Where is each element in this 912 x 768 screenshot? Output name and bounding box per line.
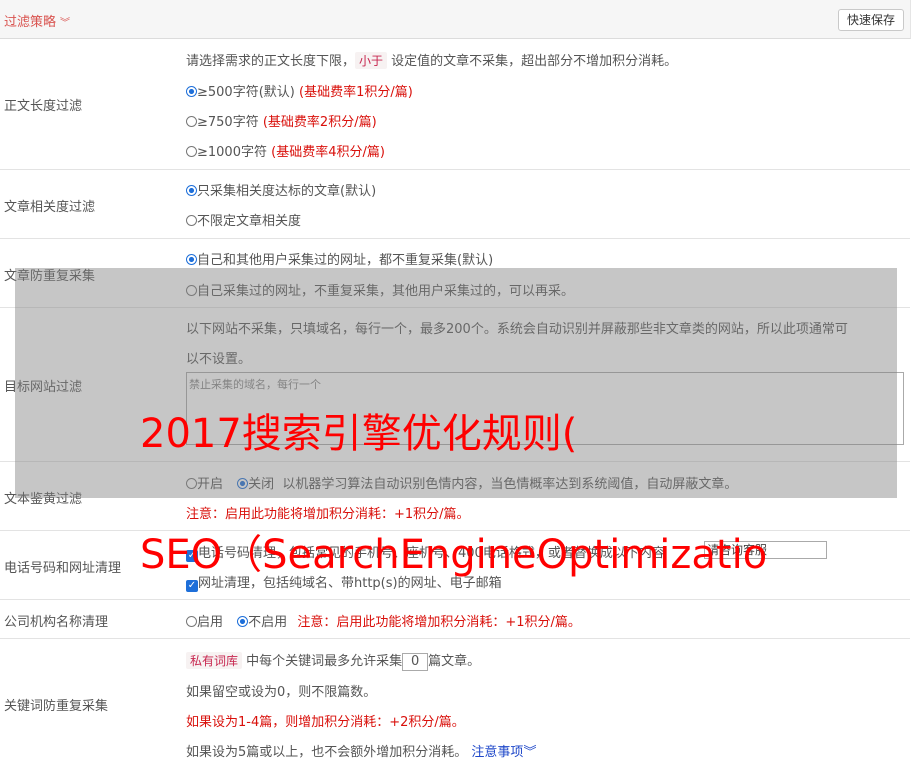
length-option-1000[interactable]: ≥1000字符 (基础费率4积分/篇) (186, 141, 385, 160)
relevance-option-any[interactable]: 不限定文章相关度 (186, 210, 301, 229)
radio-icon[interactable] (186, 116, 197, 127)
dedupe-option-all[interactable]: 自己和其他用户采集过的网址，都不重复采集(默认) (186, 249, 493, 268)
relevance-option-only[interactable]: 只采集相关度达标的文章(默认) (186, 180, 376, 199)
length-option-500[interactable]: ≥500字符(默认) (基础费率1积分/篇) (186, 81, 413, 100)
length-option-750[interactable]: ≥750字符 (基础费率2积分/篇) (186, 111, 377, 130)
radio-checked-icon[interactable] (237, 616, 249, 627)
porn-filter-warning: 注意：启用此功能将增加积分消耗：+1积分/篇。 (186, 507, 470, 522)
filter-strategy-toggle[interactable]: 过滤策略 ︾ (4, 11, 70, 30)
length-filter-desc: 请选择需求的正文长度下限， 小于 设定值的文章不采集，超出部分不增加积分消耗。 (186, 52, 678, 69)
chevron-down-icon: ︾ (523, 745, 537, 760)
relevance-label: 文章相关度过滤 (4, 200, 96, 215)
keyword-note-2: 如果设为1-4篇，则增加积分消耗：+2积分/篇。 (186, 715, 465, 730)
chevron-down-icon: ︾ (60, 18, 71, 29)
private-lexicon-tag[interactable]: 私有词库 (186, 652, 243, 669)
org-clean-disable[interactable]: 不启用 (237, 615, 287, 630)
radio-icon[interactable] (186, 616, 197, 627)
filter-header: 过滤策略 ︾ 快速保存 (0, 0, 911, 39)
keyword-count-input[interactable]: 0 (402, 652, 429, 671)
radio-checked-icon[interactable] (186, 185, 197, 196)
radio-icon[interactable] (186, 215, 197, 226)
radio-checked-icon[interactable] (186, 254, 197, 265)
length-filter-label: 正文长度过滤 (4, 99, 83, 114)
watermark-line-1: 2017搜索引擎优化规则( (140, 411, 578, 457)
org-clean-label: 公司机构名称清理 (4, 615, 109, 630)
notes-link[interactable]: 注意事项︾ (471, 745, 536, 760)
org-clean-warning: 注意：启用此功能将增加积分消耗：+1积分/篇。 (297, 615, 581, 630)
watermark-line-2: SEO（SearchEngineOptimizatio (140, 532, 768, 578)
org-clean-enable[interactable]: 启用 (186, 615, 223, 630)
less-than-tag: 小于 (355, 52, 388, 69)
org-clean-options: 启用 不启用 注意：启用此功能将增加积分消耗：+1积分/篇。 (186, 611, 581, 630)
keyword-limit: 私有词库 中每个关键词最多允许采集 0 篇文章。 (186, 650, 480, 671)
quick-save-button[interactable]: 快速保存 (837, 9, 904, 31)
phone-clean-label: 电话号码和网址清理 (4, 561, 122, 576)
keyword-note-1: 如果留空或设为0，则不限篇数。 (186, 685, 377, 700)
radio-checked-icon[interactable] (186, 86, 197, 97)
checkbox-checked-icon[interactable]: ✓ (186, 580, 198, 592)
keyword-label: 关键词防重复采集 (4, 699, 109, 714)
keyword-note-3: 如果设为5篇或以上，也不会额外增加积分消耗。 注意事项︾ (186, 745, 537, 760)
gray-overlay (15, 268, 897, 498)
relevance-row (0, 170, 910, 239)
radio-icon[interactable] (186, 146, 197, 157)
